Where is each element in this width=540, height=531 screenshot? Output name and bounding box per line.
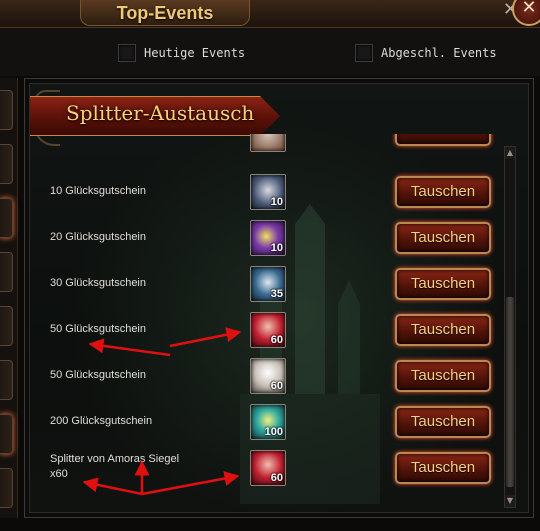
item-quantity: 60 [270,472,283,484]
sidebar-tab[interactable] [0,468,13,508]
event-sidebar [0,78,18,518]
item-quantity: 100 [264,426,283,438]
filter-bar: Heutige Events Abgeschl. Events [0,28,540,76]
reward-label: 30 Glücksgutschein [50,276,146,289]
list-item: Splitter von Amoras Siegel x60 60 Tausch… [50,444,500,490]
list-item: 30 Glücksgutschein 35 Tauschen [50,260,500,306]
wolf-helmet-icon[interactable]: 35 [250,266,286,302]
reward-label: 10 Glücksgutschein [50,184,146,197]
list-item: 200 Glücksgutschein 100 Tauschen [50,398,500,444]
white-portrait-icon[interactable]: 60 [250,358,286,394]
completed-events-label: Abgeschl. Events [381,46,497,60]
sidebar-tab[interactable] [0,252,13,292]
trade-button[interactable]: Tauschen [395,360,491,392]
item-quantity: 60 [270,334,283,346]
portrait-icon [250,134,286,152]
scroll-up-arrow-icon[interactable]: ▲ [505,147,515,159]
trade-button[interactable]: Tauschen [395,452,491,484]
item-quantity: 10 [270,242,283,254]
window-title: Top-Events [80,0,250,26]
completed-events-checkbox[interactable] [355,44,373,62]
sidebar-tab[interactable] [0,360,13,400]
purple-crystal-icon[interactable]: 10 [250,220,286,256]
trade-button[interactable]: Tauschen [395,314,491,346]
today-events-label: Heutige Events [144,46,246,60]
scrollbar-thumb[interactable] [506,297,514,487]
filter-today[interactable]: Heutige Events [118,44,245,62]
top-bar: Top-Events ✕ ✕ [0,0,540,28]
list-item-partial [50,134,500,160]
section-title: Splitter-Austausch [66,101,255,125]
red-portrait-icon[interactable]: 60 [250,450,286,486]
exchange-panel: Splitter-Austausch 10 Glücksgutschein 10… [24,78,534,518]
reward-label: 20 Glücksgutschein [50,230,146,243]
wolf-helmet-icon[interactable]: 10 [250,174,286,210]
filter-completed[interactable]: Abgeschl. Events [355,44,497,62]
item-quantity: 10 [270,196,283,208]
sidebar-tab[interactable] [0,90,13,130]
sidebar-tab[interactable] [0,306,13,346]
item-quantity: 35 [270,288,283,300]
scroll-down-arrow-icon[interactable]: ▼ [505,495,515,507]
list-item: 50 Glücksgutschein 60 Tauschen [50,306,500,352]
wings-icon[interactable]: 100 [250,404,286,440]
sidebar-tab[interactable] [0,414,13,454]
reward-label: 50 Glücksgutschein [50,368,146,381]
sidebar-tab-active[interactable] [0,198,13,238]
trade-button[interactable]: Tauschen [395,268,491,300]
reward-label: 50 Glücksgutschein [50,322,146,335]
today-events-checkbox[interactable] [118,44,136,62]
list-item: 50 Glücksgutschein 60 Tauschen [50,352,500,398]
trade-button-partial[interactable] [395,134,491,146]
exchange-panel-inner: Splitter-Austausch 10 Glücksgutschein 10… [29,83,529,513]
list-item: 10 Glücksgutschein 10 Tauschen [50,168,500,214]
red-portrait-icon[interactable]: 60 [250,312,286,348]
item-quantity: 60 [270,380,283,392]
sidebar-tab[interactable] [0,144,13,184]
trade-button[interactable]: Tauschen [395,176,491,208]
close-button[interactable]: ✕ [512,0,540,26]
reward-label: 200 Glücksgutschein [50,414,153,427]
scrollbar[interactable]: ▲ ▼ [504,146,516,508]
reward-label: Splitter von Amoras Siegel x60 [50,453,180,480]
trade-button[interactable]: Tauschen [395,406,491,438]
trade-button[interactable]: Tauschen [395,222,491,254]
list-item: 20 Glücksgutschein 10 Tauschen [50,214,500,260]
